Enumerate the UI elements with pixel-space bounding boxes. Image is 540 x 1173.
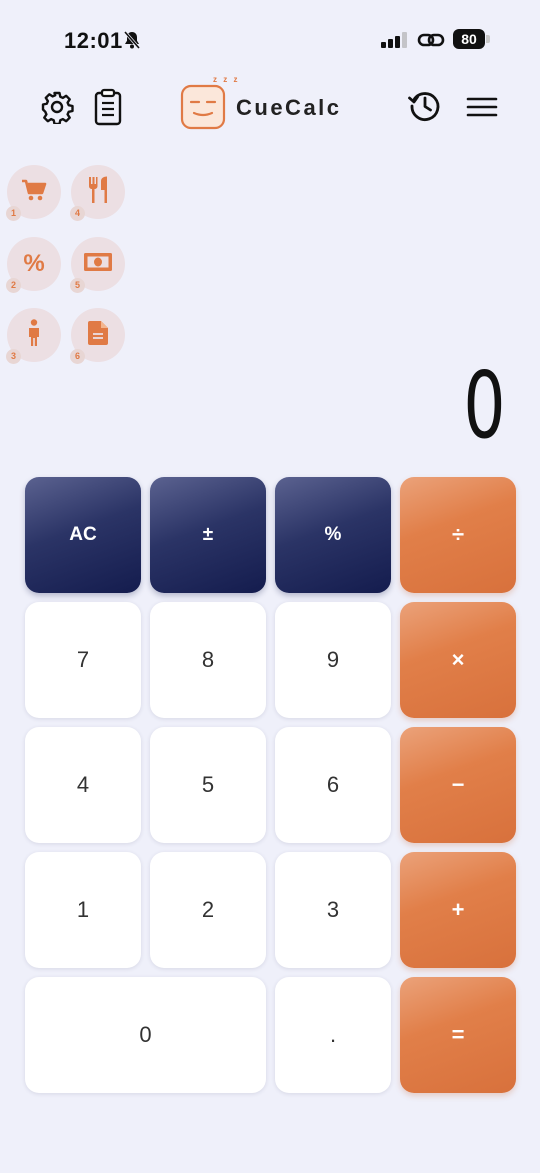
digit-3-button[interactable]: 3 — [275, 852, 391, 968]
digit-0-button[interactable]: 0 — [25, 977, 266, 1093]
shortcut-number: 2 — [6, 278, 21, 293]
shortcut-restaurant[interactable]: 4 — [70, 165, 125, 221]
hamburger-menu-icon — [466, 96, 498, 123]
percent-icon: % — [23, 250, 45, 277]
divide-button[interactable]: ÷ — [400, 477, 516, 593]
clipboard-button[interactable] — [92, 88, 124, 130]
bell-slash-icon — [122, 30, 142, 55]
digit-1-button[interactable]: 1 — [25, 852, 141, 968]
digit-7-button[interactable]: 7 — [25, 602, 141, 718]
equals-button[interactable]: = — [400, 977, 516, 1093]
document-icon — [87, 320, 109, 351]
plus-minus-button[interactable]: ± — [150, 477, 266, 593]
add-button[interactable]: + — [400, 852, 516, 968]
cellular-signal-icon — [381, 32, 409, 53]
digit-6-button[interactable]: 6 — [275, 727, 391, 843]
app-logo: z z z CueCalc — [180, 75, 360, 140]
sleeping-face-icon — [180, 84, 226, 135]
shortcut-number: 4 — [70, 206, 85, 221]
subtract-button[interactable]: − — [400, 727, 516, 843]
settings-button[interactable] — [38, 90, 76, 128]
status-time: 12:01 — [64, 28, 123, 53]
clipboard-icon — [93, 88, 123, 131]
digit-2-button[interactable]: 2 — [150, 852, 266, 968]
shortcut-number: 5 — [70, 278, 85, 293]
personal-hotspot-icon — [417, 30, 445, 55]
digit-9-button[interactable]: 9 — [275, 602, 391, 718]
history-icon — [407, 88, 443, 129]
shortcut-money[interactable]: 5 — [70, 237, 125, 293]
shortcut-percent[interactable]: % 2 — [6, 237, 61, 293]
shortcut-cart[interactable]: 1 — [6, 165, 61, 221]
digit-5-button[interactable]: 5 — [150, 727, 266, 843]
logo-sleep-text: z z z — [213, 75, 240, 84]
person-icon — [26, 318, 42, 352]
app-header: z z z CueCalc — [0, 75, 540, 140]
battery-cap — [486, 35, 490, 43]
cart-icon — [21, 178, 47, 207]
all-clear-button[interactable]: AC — [25, 477, 141, 593]
shortcut-number: 1 — [6, 206, 21, 221]
shortcut-document[interactable]: 6 — [70, 308, 125, 364]
multiply-button[interactable]: × — [400, 602, 516, 718]
shortcut-number: 3 — [6, 349, 21, 364]
menu-button[interactable] — [465, 94, 499, 124]
fork-knife-icon — [87, 176, 109, 209]
status-bar: 12:01 80 — [0, 0, 540, 80]
percent-button[interactable]: % — [275, 477, 391, 593]
gear-icon — [40, 90, 74, 129]
shortcut-person[interactable]: 3 — [6, 308, 61, 364]
history-button[interactable] — [406, 89, 444, 127]
digit-8-button[interactable]: 8 — [150, 602, 266, 718]
calculator-display: 0 — [463, 352, 506, 459]
digit-4-button[interactable]: 4 — [25, 727, 141, 843]
banknote-icon — [83, 252, 113, 277]
battery-indicator: 80 — [453, 29, 485, 49]
app-title: CueCalc — [236, 95, 342, 120]
decimal-button[interactable]: . — [275, 977, 391, 1093]
shortcut-number: 6 — [70, 349, 85, 364]
